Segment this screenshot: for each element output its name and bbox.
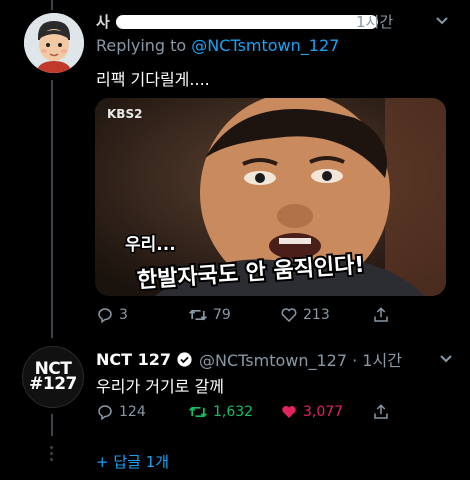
tweet2-text: 우리가 거기로 갈께 (96, 377, 224, 396)
retweet-count: 79 (213, 307, 231, 323)
avatar-nct127[interactable]: NCT #127 (22, 346, 84, 408)
tweet2-actions: 124 1,632 3,077 (96, 401, 426, 423)
verified-badge-icon (176, 351, 193, 368)
avatar-user[interactable] (24, 13, 84, 73)
share-button[interactable] (372, 403, 390, 421)
retweet-button[interactable]: 1,632 (188, 403, 253, 421)
chevron-down-icon[interactable] (434, 12, 450, 32)
replying-to: Replying to @NCTsmtown_127 (96, 36, 339, 55)
cartoon-boy-avatar-image (24, 13, 84, 73)
like-count: 213 (303, 307, 330, 323)
chevron-down-icon[interactable] (438, 350, 454, 370)
nct-logo: NCT #127 (29, 361, 77, 394)
thread-line-bottom (51, 414, 53, 436)
share-button[interactable] (372, 306, 390, 324)
tweet1-text: 리팩 기다릴게.... (96, 70, 210, 89)
like-button[interactable]: 3,077 (280, 403, 343, 421)
share-icon (374, 307, 388, 322)
retweet-button[interactable]: 79 (188, 306, 231, 324)
retweet-count: 1,632 (213, 404, 254, 420)
tweet1-media-image[interactable]: KBS2 우리... 한발자국도 안 움직인다! (95, 98, 446, 296)
replying-prefix: Replying to (96, 36, 187, 55)
more-replies-link[interactable]: + 답글 1개 (96, 451, 169, 472)
logo-line2: #127 (29, 374, 77, 394)
reply-icon (98, 405, 112, 421)
like-count: 3,077 (303, 404, 344, 420)
share-icon (374, 404, 388, 419)
tweet1-header: 사 1시간 (96, 10, 458, 32)
heart-icon (281, 308, 297, 323)
tweet1-display-name[interactable]: 사 (96, 11, 110, 32)
retweet-icon (189, 406, 207, 418)
tweet2-handle-time[interactable]: @NCTsmtown_127 · 1시간 (199, 347, 402, 371)
tweet2-display-name[interactable]: NCT 127 (96, 350, 171, 369)
replying-handle-link[interactable]: @NCTsmtown_127 (191, 36, 339, 55)
reply-count: 3 (119, 307, 128, 323)
tweet1-time[interactable]: 1시간 (356, 11, 393, 32)
thread-line-middle (51, 80, 53, 338)
thread-dots (50, 446, 53, 464)
tweet2-header: NCT 127 @NCTsmtown_127 · 1시간 (96, 347, 402, 371)
retweet-icon (189, 309, 207, 321)
like-button[interactable]: 213 (280, 306, 330, 324)
channel-logo: KBS2 (107, 107, 142, 121)
thread-line-top (51, 0, 53, 10)
reply-button[interactable]: 3 (96, 306, 128, 324)
heart-icon (282, 406, 296, 418)
caption-line1: 우리... (125, 235, 176, 255)
redaction-mark (116, 15, 378, 29)
tweet1-actions: 3 79 213 (96, 304, 426, 326)
reply-button[interactable]: 124 (96, 403, 146, 421)
reply-icon (98, 308, 112, 324)
meme-image: KBS2 우리... 한발자국도 안 움직인다! (95, 98, 446, 296)
reply-count: 124 (119, 404, 146, 420)
